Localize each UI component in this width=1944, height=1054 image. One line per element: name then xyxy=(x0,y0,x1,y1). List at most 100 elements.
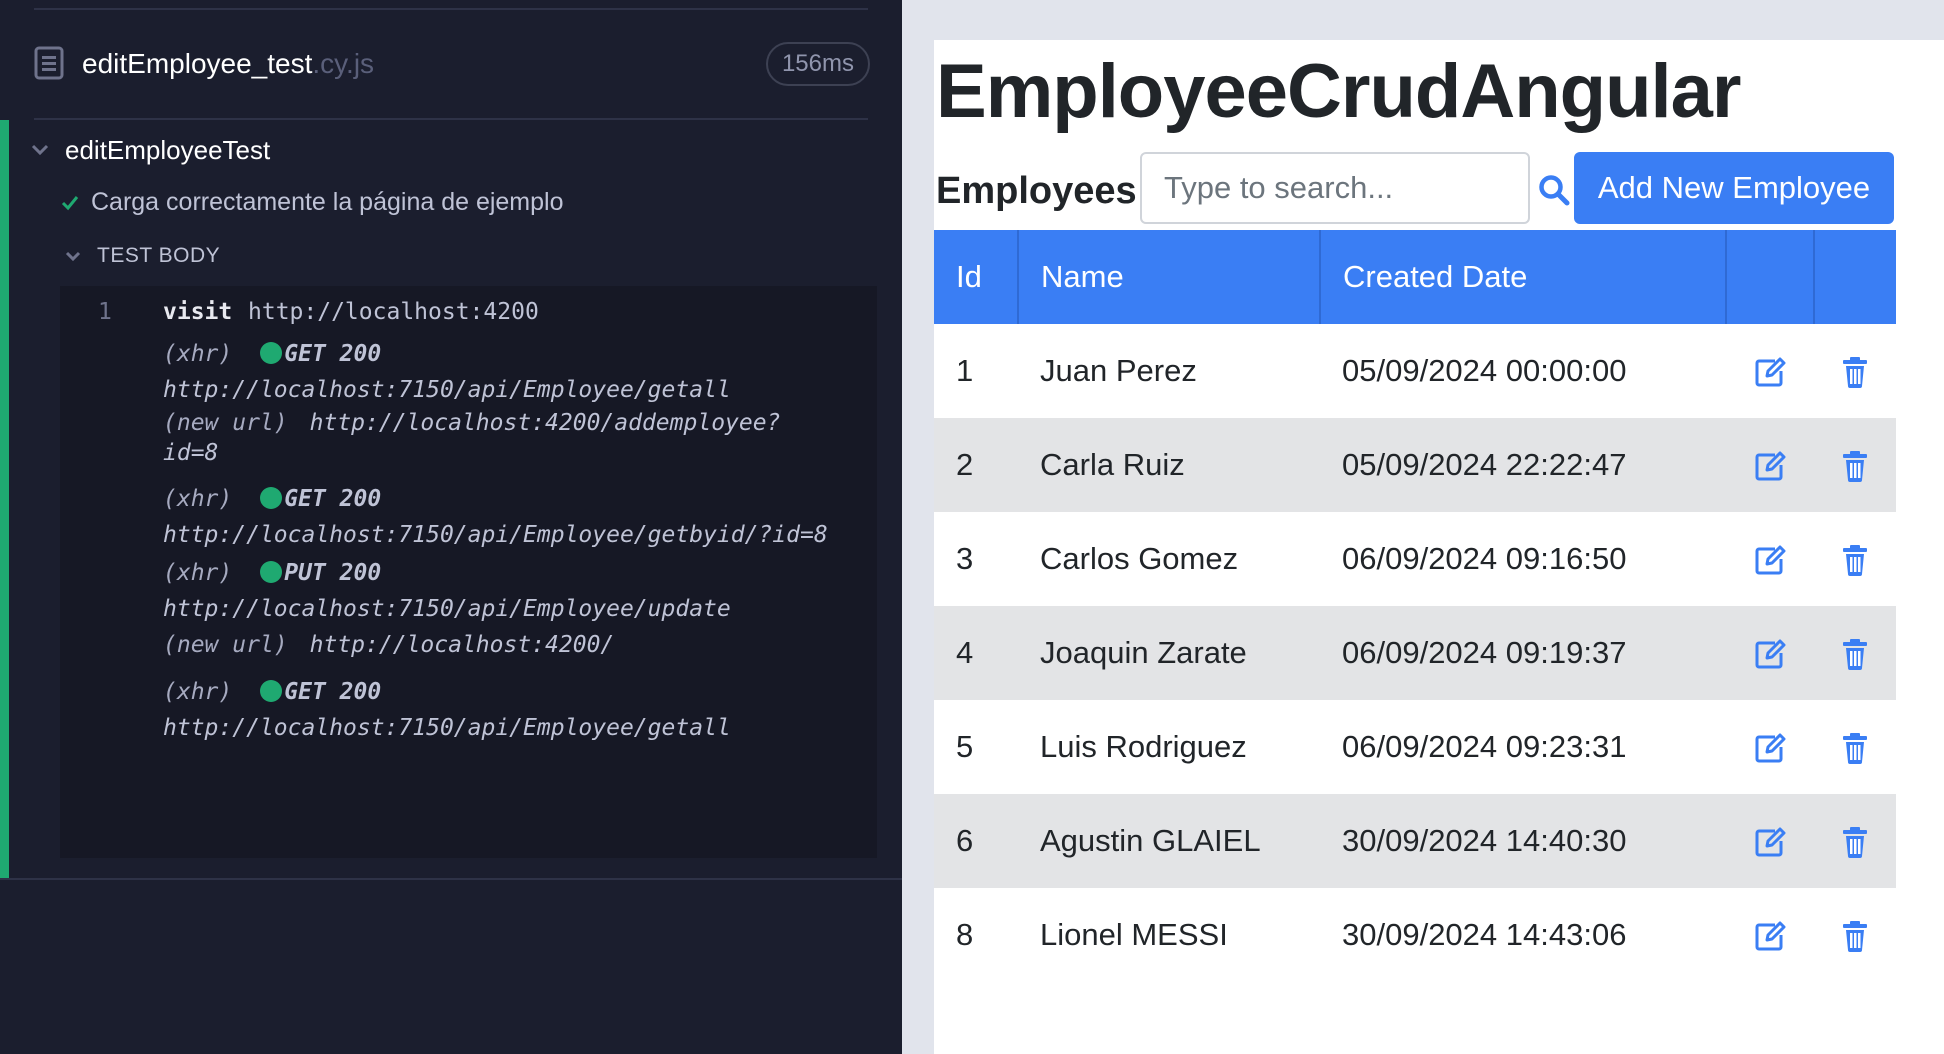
new-url-event[interactable]: (new url) http://localhost:4200/addemploy… xyxy=(163,408,780,468)
cell-delete xyxy=(1814,794,1896,888)
edit-icon[interactable] xyxy=(1753,449,1787,483)
cell-edit xyxy=(1726,700,1814,794)
test-body-label: TEST BODY xyxy=(97,244,221,267)
event-type: (new url) xyxy=(163,632,288,658)
status-dot-icon xyxy=(260,561,283,583)
app-container: EmployeeCrudAngular Employees: Add New E… xyxy=(934,40,1944,1054)
search-icon[interactable] xyxy=(1538,174,1570,206)
cell-id: 1 xyxy=(934,324,1018,418)
cell-name: Carla Ruiz xyxy=(1018,418,1320,512)
event-url: http://localhost:4200/ xyxy=(309,632,615,658)
cell-id: 5 xyxy=(934,700,1018,794)
app-preview-panel: EmployeeCrudAngular Employees: Add New E… xyxy=(902,0,1944,1054)
column-header-edit xyxy=(1726,230,1815,324)
event-url: http://localhost:4200/addemployee? xyxy=(309,410,781,436)
employees-label: Employees: xyxy=(936,170,1150,212)
cypress-runner-panel: editEmployee_test.cy.js 156ms editEmploy… xyxy=(0,0,902,1054)
edit-icon[interactable] xyxy=(1753,637,1787,671)
table-row: 3 Carlos Gomez 06/09/2024 09:16:50 xyxy=(934,512,1896,606)
test-suite: editEmployeeTest Carga correctamente la … xyxy=(0,120,902,878)
cell-edit xyxy=(1726,418,1814,512)
search-input[interactable] xyxy=(1140,152,1530,224)
column-header-name[interactable]: Name xyxy=(1018,230,1321,324)
table-row: 2 Carla Ruiz 05/09/2024 22:22:47 xyxy=(934,418,1896,512)
event-url-continued: id=8 xyxy=(163,440,219,466)
cell-created-date: 05/09/2024 22:22:47 xyxy=(1320,418,1726,512)
event-method: PUT 200 xyxy=(284,560,382,586)
cell-id: 3 xyxy=(934,512,1018,606)
spec-file-name: editEmployee_test.cy.js xyxy=(82,48,374,80)
event-type: (new url) xyxy=(163,410,288,436)
trash-icon[interactable] xyxy=(1838,543,1872,577)
trash-icon[interactable] xyxy=(1838,919,1872,953)
status-dot-icon xyxy=(260,680,283,702)
cell-name: Juan Perez xyxy=(1018,324,1320,418)
cell-name: Agustin GLAIEL xyxy=(1018,794,1320,888)
spec-header[interactable]: editEmployee_test.cy.js 156ms xyxy=(34,28,870,100)
cell-id: 6 xyxy=(934,794,1018,888)
trash-icon[interactable] xyxy=(1838,825,1872,859)
cell-delete xyxy=(1814,700,1896,794)
test-body-toggle[interactable]: TEST BODY xyxy=(65,244,220,268)
cell-created-date: 06/09/2024 09:16:50 xyxy=(1320,512,1726,606)
add-employee-button[interactable]: Add New Employee xyxy=(1574,152,1894,224)
table-row: 5 Luis Rodriguez 06/09/2024 09:23:31 xyxy=(934,700,1896,794)
column-header-id[interactable]: Id xyxy=(934,230,1019,324)
command-number: 1 xyxy=(98,299,112,325)
cell-created-date: 05/09/2024 00:00:00 xyxy=(1320,324,1726,418)
event-type: (xhr) xyxy=(163,560,233,586)
edit-icon[interactable] xyxy=(1753,919,1787,953)
cell-delete xyxy=(1814,888,1896,982)
event-url: http://localhost:7150/api/Employee/updat… xyxy=(163,596,731,622)
trash-icon[interactable] xyxy=(1838,449,1872,483)
cell-delete xyxy=(1814,606,1896,700)
table-row: 4 Joaquin Zarate 06/09/2024 09:19:37 xyxy=(934,606,1896,700)
edit-icon[interactable] xyxy=(1753,825,1787,859)
table-row: 6 Agustin GLAIEL 30/09/2024 14:40:30 xyxy=(934,794,1896,888)
cell-id: 4 xyxy=(934,606,1018,700)
edit-icon[interactable] xyxy=(1753,355,1787,389)
event-url: http://localhost:7150/api/Employee/getal… xyxy=(163,715,731,741)
cell-delete xyxy=(1814,324,1896,418)
cell-id: 2 xyxy=(934,418,1018,512)
spec-name: editEmployee_test xyxy=(82,48,313,79)
spec-extension: .cy.js xyxy=(312,48,375,79)
cell-name: Lionel MESSI xyxy=(1018,888,1320,982)
edit-icon[interactable] xyxy=(1753,731,1787,765)
command-name: visit xyxy=(163,299,233,325)
cell-edit xyxy=(1726,324,1814,418)
xhr-event[interactable]: (xhr) GET 200 http://localhost:7150/api/E… xyxy=(163,674,731,746)
cell-name: Luis Rodriguez xyxy=(1018,700,1320,794)
table-row: 8 Lionel MESSI 30/09/2024 14:43:06 xyxy=(934,888,1896,982)
cell-edit xyxy=(1726,512,1814,606)
command-row[interactable]: 1 visit http://localhost:4200 xyxy=(60,292,877,332)
xhr-event[interactable]: (xhr) GET 200 http://localhost:7150/api/E… xyxy=(163,481,828,553)
suite-title: editEmployeeTest xyxy=(65,134,271,165)
edit-icon[interactable] xyxy=(1753,543,1787,577)
status-dot-icon xyxy=(260,342,283,364)
command-message: http://localhost:4200 xyxy=(248,299,539,325)
suite-header[interactable]: editEmployeeTest xyxy=(31,130,270,170)
cell-edit xyxy=(1726,888,1814,982)
column-header-created-date[interactable]: Created Date xyxy=(1320,230,1727,324)
event-type: (xhr) xyxy=(163,341,233,367)
cell-delete xyxy=(1814,418,1896,512)
cell-edit xyxy=(1726,606,1814,700)
column-header-delete xyxy=(1814,230,1896,324)
xhr-event[interactable]: (xhr) PUT 200 http://localhost:7150/api/E… xyxy=(163,555,731,627)
new-url-event[interactable]: (new url) http://localhost:4200/ xyxy=(163,627,614,663)
event-url: http://localhost:7150/api/Employee/getby… xyxy=(163,522,828,548)
page-title: EmployeeCrudAngular xyxy=(936,49,1741,134)
cell-created-date: 06/09/2024 09:23:31 xyxy=(1320,700,1726,794)
chevron-down-icon xyxy=(65,251,81,261)
trash-icon[interactable] xyxy=(1838,355,1872,389)
cell-name: Joaquin Zarate xyxy=(1018,606,1320,700)
event-method: GET 200 xyxy=(284,679,382,705)
cell-edit xyxy=(1726,794,1814,888)
trash-icon[interactable] xyxy=(1838,731,1872,765)
test-item[interactable]: Carga correctamente la página de ejemplo xyxy=(61,188,564,217)
trash-icon[interactable] xyxy=(1838,637,1872,671)
event-method: GET 200 xyxy=(284,341,382,367)
duration-badge: 156ms xyxy=(765,42,870,86)
xhr-event[interactable]: (xhr) GET 200 http://localhost:7150/api/E… xyxy=(163,336,731,408)
